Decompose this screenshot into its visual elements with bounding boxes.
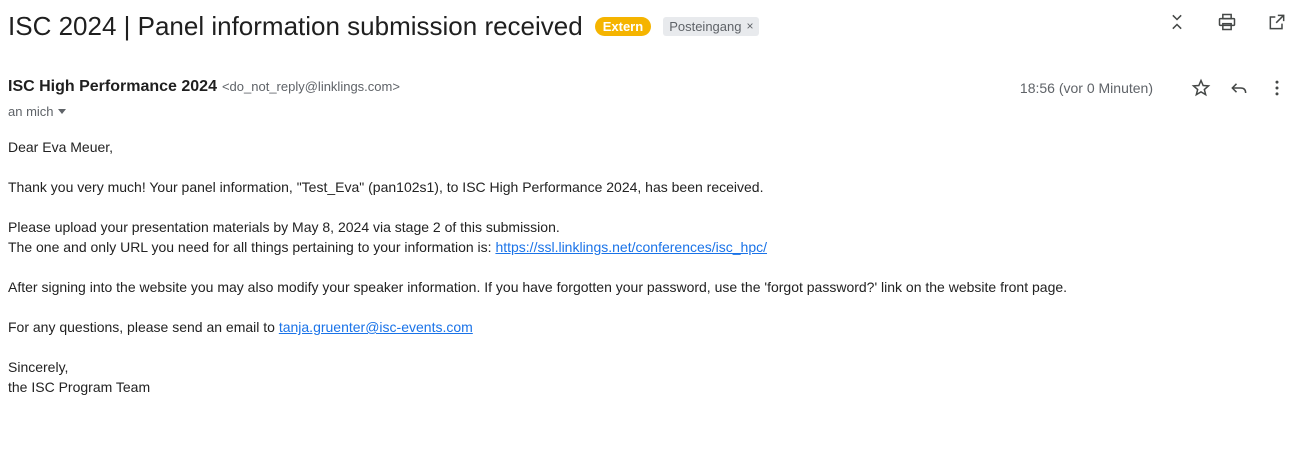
email-body: Dear Eva Meuer, Thank you very much! You… xyxy=(8,137,1067,397)
sender-row: ISC High Performance 2024 <do_not_reply@… xyxy=(8,78,400,96)
subject-row: ISC 2024 | Panel information submission … xyxy=(8,8,760,44)
body-paragraph-4: For any questions, please send an email … xyxy=(8,317,1067,337)
print-icon[interactable] xyxy=(1215,10,1239,34)
contact-email-link[interactable]: tanja.gruenter@isc-events.com xyxy=(279,319,473,335)
body-paragraph-2-line-2: The one and only URL you need for all th… xyxy=(8,237,1067,257)
remove-label-icon[interactable]: × xyxy=(746,19,753,33)
body-paragraph-2-line-1: Please upload your presentation material… xyxy=(8,219,560,235)
sender-email: <do_not_reply@linklings.com> xyxy=(221,79,400,94)
reply-icon[interactable] xyxy=(1227,76,1251,100)
greeting: Dear Eva Meuer, xyxy=(8,139,114,155)
collapse-icon[interactable] xyxy=(1165,10,1189,34)
body-paragraph-3: After signing into the website you may a… xyxy=(8,279,1068,295)
contact-intro-text: For any questions, please send an email … xyxy=(8,319,279,335)
timestamp: 18:56 (vor 0 Minuten) xyxy=(1019,80,1153,96)
closing: Sincerely, xyxy=(8,359,69,375)
url-intro-text: The one and only URL you need for all th… xyxy=(8,239,496,255)
thread-actions xyxy=(1165,10,1289,34)
extern-badge: Extern xyxy=(594,16,652,36)
signature: the ISC Program Team xyxy=(8,379,151,395)
sender-name[interactable]: ISC High Performance 2024 xyxy=(8,78,217,96)
inbox-label-text: Posteingang xyxy=(669,18,742,34)
body-paragraph-1: Thank you very much! Your panel informat… xyxy=(8,179,764,195)
message-meta: 18:56 (vor 0 Minuten) xyxy=(1020,76,1289,100)
recipient-text: an mich xyxy=(8,104,54,119)
conference-url-link[interactable]: https://ssl.linklings.net/conferences/is… xyxy=(495,239,767,255)
open-in-new-window-icon[interactable] xyxy=(1265,10,1289,34)
star-icon[interactable] xyxy=(1189,76,1213,100)
recipient-dropdown[interactable]: an mich xyxy=(8,104,66,119)
chevron-down-icon xyxy=(57,109,66,114)
inbox-label-chip[interactable]: Posteingang × xyxy=(663,16,760,36)
email-subject: ISC 2024 | Panel information submission … xyxy=(8,10,583,41)
more-vert-icon[interactable] xyxy=(1265,76,1289,100)
